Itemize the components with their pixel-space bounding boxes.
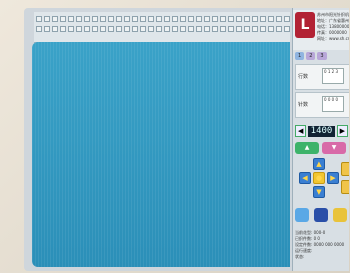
brand-header: L 苏州市阳光针织机械有限公司 地址：广东省惠州市 电话：1380000000 … xyxy=(293,10,349,50)
ruler-row-bottom xyxy=(34,26,290,32)
brand-info: 苏州市阳光针织机械有限公司 地址：广东省惠州市 电话：1380000000 传真… xyxy=(317,12,349,42)
pattern-canvas[interactable] xyxy=(32,42,290,267)
info-line: 状态: xyxy=(295,254,305,259)
side-button-upper[interactable] xyxy=(341,162,349,176)
pattern-ruler xyxy=(34,12,290,43)
needle-field-value[interactable]: 0 0 0 0 xyxy=(322,96,344,112)
dpad-up-icon[interactable]: ▲ xyxy=(313,158,325,170)
row-field-value[interactable]: 0 1 2 3 xyxy=(322,68,344,84)
needle-field[interactable]: 针数 0 0 0 0 xyxy=(295,92,349,118)
status-info: 当前花型: 000-0 已织件数: 0 0 设定件数: 0000 000 000… xyxy=(295,230,348,260)
down-action-button[interactable]: ▼ xyxy=(322,142,346,154)
dpad-down-icon[interactable]: ▼ xyxy=(313,186,325,198)
counter-display: 1400 xyxy=(308,125,335,137)
tab-3[interactable]: 3 xyxy=(317,52,327,60)
ruler-row-top xyxy=(34,16,290,22)
control-panel: L 苏州市阳光针织机械有限公司 地址：广东省惠州市 电话：1380000000 … xyxy=(292,8,349,271)
tool-row xyxy=(295,208,347,222)
brand-line: 网址：www.sh.cn xyxy=(317,36,349,41)
up-action-button[interactable]: ▲ xyxy=(295,142,319,154)
action-buttons: ▲ ▼ xyxy=(295,142,346,154)
brand-logo: L xyxy=(295,12,315,38)
row-field[interactable]: 行数 0 1 2 3 xyxy=(295,64,349,90)
tab-1[interactable]: 1 xyxy=(295,52,305,60)
dpad-center-icon[interactable]: ● xyxy=(313,172,325,184)
counter-decrement-icon[interactable]: ◀ xyxy=(295,125,307,137)
row-field-label: 行数 xyxy=(298,74,309,80)
counter-control: ◀ 1400 ▶ xyxy=(295,124,348,138)
dpad-left-icon[interactable]: ◀ xyxy=(299,172,311,184)
settings-icon[interactable] xyxy=(295,208,309,222)
dpad-right-icon[interactable]: ▶ xyxy=(327,172,339,184)
hmi-screen: L 苏州市阳光针织机械有限公司 地址：广东省惠州市 电话：1380000000 … xyxy=(24,8,349,271)
counter-increment-icon[interactable]: ▶ xyxy=(336,125,348,137)
save-icon[interactable] xyxy=(314,208,328,222)
panel-tabs: 1 2 3 xyxy=(295,52,327,60)
pencil-icon[interactable] xyxy=(333,208,347,222)
direction-pad: ▲ ◀ ● ▶ ▼ xyxy=(299,158,339,198)
tab-2[interactable]: 2 xyxy=(306,52,316,60)
side-button-lower[interactable] xyxy=(341,180,349,194)
needle-field-label: 针数 xyxy=(298,102,309,108)
